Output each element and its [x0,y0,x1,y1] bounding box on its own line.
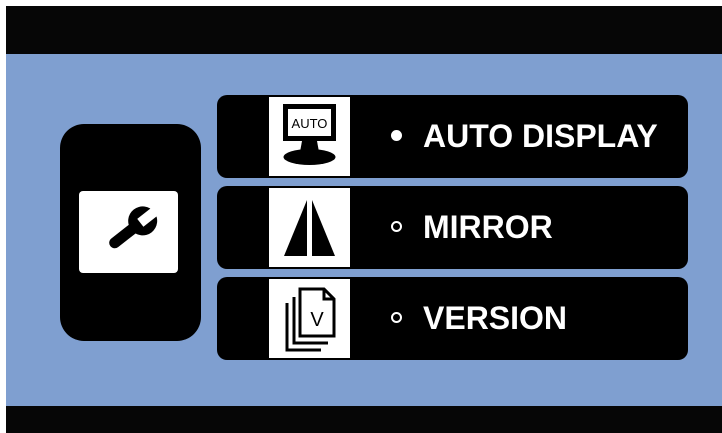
wrench-icon [79,191,178,273]
menu-item-label: MIRROR [423,209,553,245]
menu-item-label: VERSION [423,300,568,336]
selected-indicator [391,130,402,141]
menu-item-version[interactable]: V VERSION [217,277,688,360]
menu-item-mirror[interactable]: MIRROR [217,186,688,269]
auto-icon-text: AUTO [292,116,328,131]
mirror-icon [269,188,350,267]
menu-panel: AUTO AUTO DISPLAY MIRROR V VERSION [6,54,722,406]
version-document-icon: V [269,279,350,358]
osd-screen: AUTO AUTO DISPLAY MIRROR V VERSION [6,6,722,433]
menu-item-label: AUTO DISPLAY [423,118,658,154]
settings-category-tile[interactable] [60,124,201,341]
version-icon-text: V [310,309,324,331]
auto-display-monitor-icon: AUTO [269,97,350,176]
unselected-indicator [391,221,402,232]
unselected-indicator [391,312,402,323]
menu-item-auto-display[interactable]: AUTO AUTO DISPLAY [217,95,688,178]
